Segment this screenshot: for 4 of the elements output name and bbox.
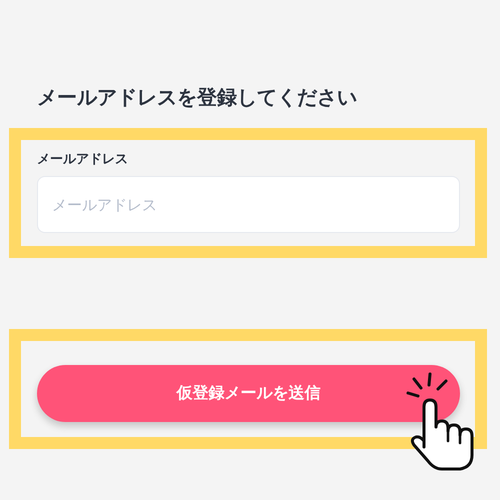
field-label: メールアドレス bbox=[37, 151, 129, 168]
page-heading: メールアドレスを登録してください bbox=[37, 84, 358, 111]
submit-button[interactable]: 仮登録メールを送信 bbox=[37, 365, 460, 422]
email-input-field[interactable]: メールアドレス bbox=[37, 176, 460, 233]
